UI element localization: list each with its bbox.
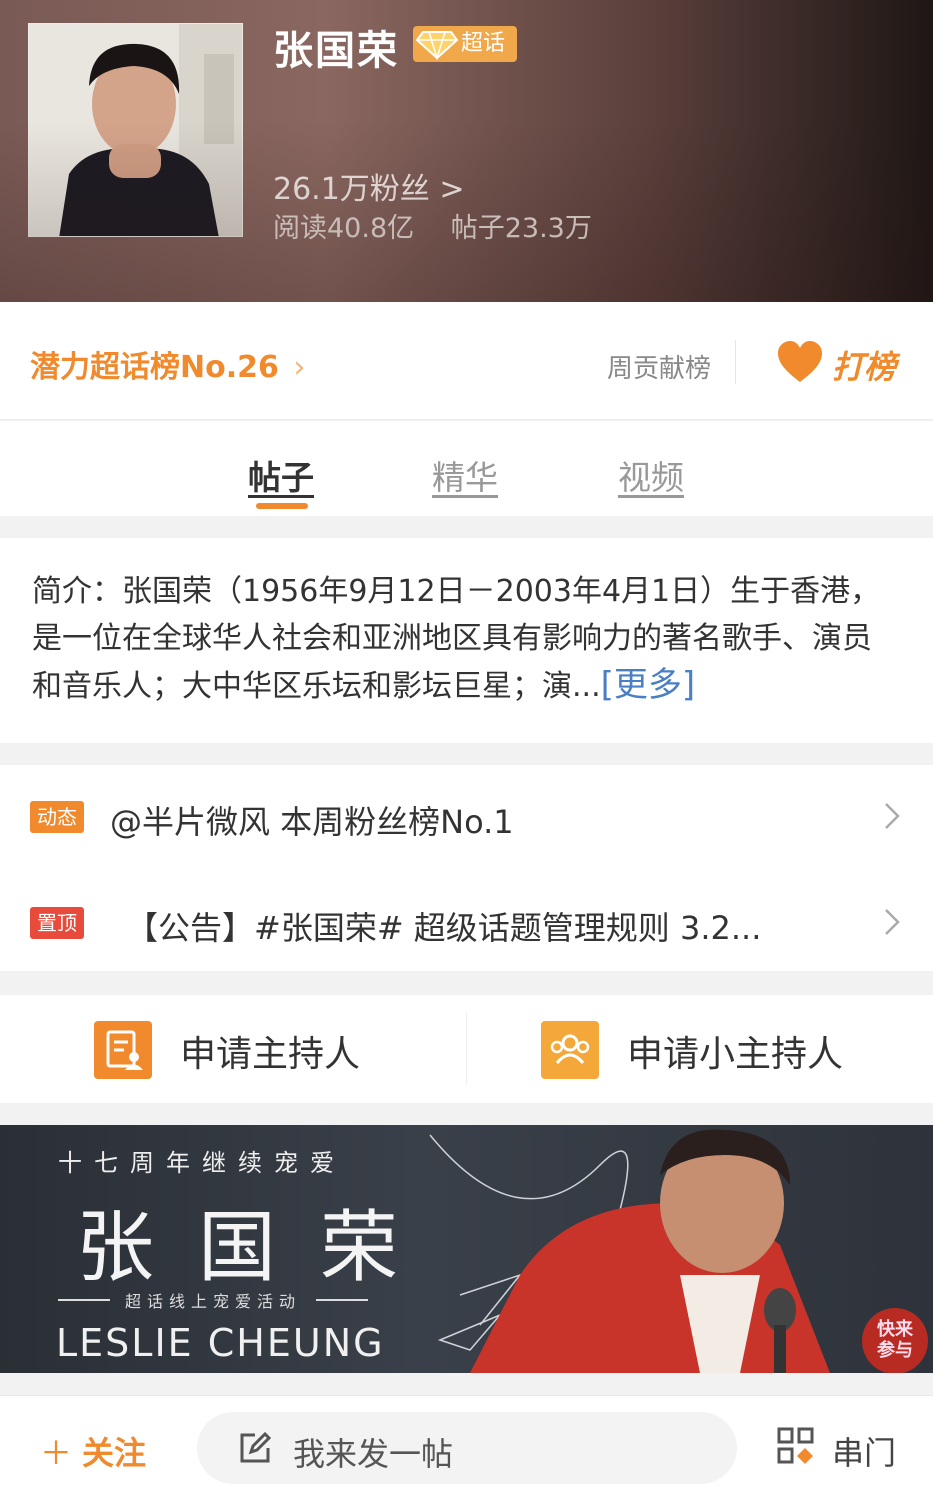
heart-icon — [776, 340, 824, 388]
potential-rank-link[interactable]: 潜力超话榜No.26 › — [30, 342, 305, 386]
topic-avatar[interactable] — [28, 23, 243, 237]
notice-tag: 置顶 — [30, 907, 84, 939]
apply-host-button[interactable]: 申请主持人 — [0, 995, 466, 1103]
host-apply-bar: 申请主持人 申请小主持人 — [0, 995, 933, 1103]
notice-text: 【公告】#张国荣# 超级话题管理规则 3.2... — [126, 909, 762, 947]
rank-label: 潜力超话榜No.26 — [30, 350, 279, 385]
intro-text: 简介：张国荣（1956年9月12日－2003年4月1日）生于香港，是一位在全球华… — [32, 574, 881, 704]
weekly-contribution-link[interactable]: 周贡献榜 — [607, 348, 711, 385]
rank-row: 潜力超话榜No.26 › 周贡献榜 打榜 — [0, 302, 933, 420]
chevron-right-icon — [882, 907, 902, 941]
apply-sub-host-button[interactable]: 申请小主持人 — [467, 995, 933, 1103]
edit-icon — [237, 1430, 273, 1470]
apply-sub-host-label: 申请小主持人 — [627, 1034, 844, 1075]
super-topic-badge: 超话 — [413, 26, 517, 62]
notice-item[interactable]: 置顶 【公告】#张国荣# 超级话题管理规则 3.2... — [0, 871, 933, 971]
post-input[interactable]: 我来发一帖 — [197, 1412, 737, 1484]
active-tab-indicator — [256, 503, 308, 509]
post-count: 帖子23.3万 — [450, 213, 592, 244]
event-banner[interactable]: 十七周年继续宠爱 张国荣 超话线上宠爱活动 LESLIE CHEUNG 快来 参… — [0, 1125, 933, 1373]
divider — [735, 340, 736, 384]
grid-icon — [776, 1426, 816, 1470]
chevron-right-icon: › — [293, 350, 306, 385]
vote-button[interactable]: 打榜 — [776, 336, 906, 388]
badge-label: 超话 — [461, 31, 506, 56]
follow-button[interactable]: ＋关注 — [40, 1428, 146, 1474]
banner-title: 张国荣 — [76, 1203, 443, 1293]
plus-icon: ＋ — [40, 1434, 73, 1472]
group-icon — [541, 1021, 599, 1079]
fans-count[interactable]: 26.1万粉丝 > — [273, 164, 464, 208]
chevron-right-icon — [882, 801, 902, 835]
topic-header: 张国荣 超话 26.1万粉丝 > 阅读40.8亿 帖子23.3万 — [0, 0, 933, 302]
post-placeholder: 我来发一帖 — [293, 1435, 454, 1473]
follow-label: 关注 — [82, 1434, 147, 1472]
tab-bar: 帖子 精华 视频 — [0, 421, 933, 516]
notice-list: 动态 @半片微风 本周粉丝榜No.1 置顶 【公告】#张国荣# 超级话题管理规则… — [0, 765, 933, 971]
banner-activity: 超话线上宠爱活动 — [58, 1288, 368, 1312]
portrait-image — [29, 24, 242, 236]
topic-intro: 简介：张国荣（1956年9月12日－2003年4月1日）生于香港，是一位在全球华… — [0, 538, 933, 743]
visit-label: 串门 — [832, 1434, 897, 1472]
vote-label: 打榜 — [832, 348, 897, 386]
contrib-avatars[interactable] — [502, 340, 602, 386]
topic-stats: 阅读40.8亿 帖子23.3万 — [273, 206, 620, 245]
join-line-2: 参与 — [877, 1340, 913, 1361]
notice-text: @半片微风 本周粉丝榜No.1 — [110, 803, 514, 841]
tab-videos[interactable]: 视频 — [618, 451, 684, 499]
apply-host-label: 申请主持人 — [180, 1034, 361, 1075]
topic-title: 张国荣 — [273, 28, 399, 74]
tab-featured[interactable]: 精华 — [432, 451, 498, 499]
join-badge[interactable]: 快来 参与 — [862, 1308, 928, 1373]
banner-english-name: LESLIE CHEUNG — [56, 1321, 385, 1365]
banner-subtitle: 十七周年继续宠爱 — [58, 1149, 346, 1177]
notice-tag: 动态 — [30, 801, 84, 833]
notice-item[interactable]: 动态 @半片微风 本周粉丝榜No.1 — [0, 765, 933, 865]
diamond-icon — [415, 28, 459, 72]
document-person-icon — [94, 1021, 152, 1079]
tab-posts[interactable]: 帖子 — [248, 451, 314, 499]
read-count: 阅读40.8亿 — [273, 213, 415, 244]
more-link[interactable]: [更多] — [601, 665, 696, 705]
bottom-action-bar: ＋关注 我来发一帖 串门 — [0, 1395, 933, 1500]
join-line-1: 快来 — [877, 1319, 913, 1340]
